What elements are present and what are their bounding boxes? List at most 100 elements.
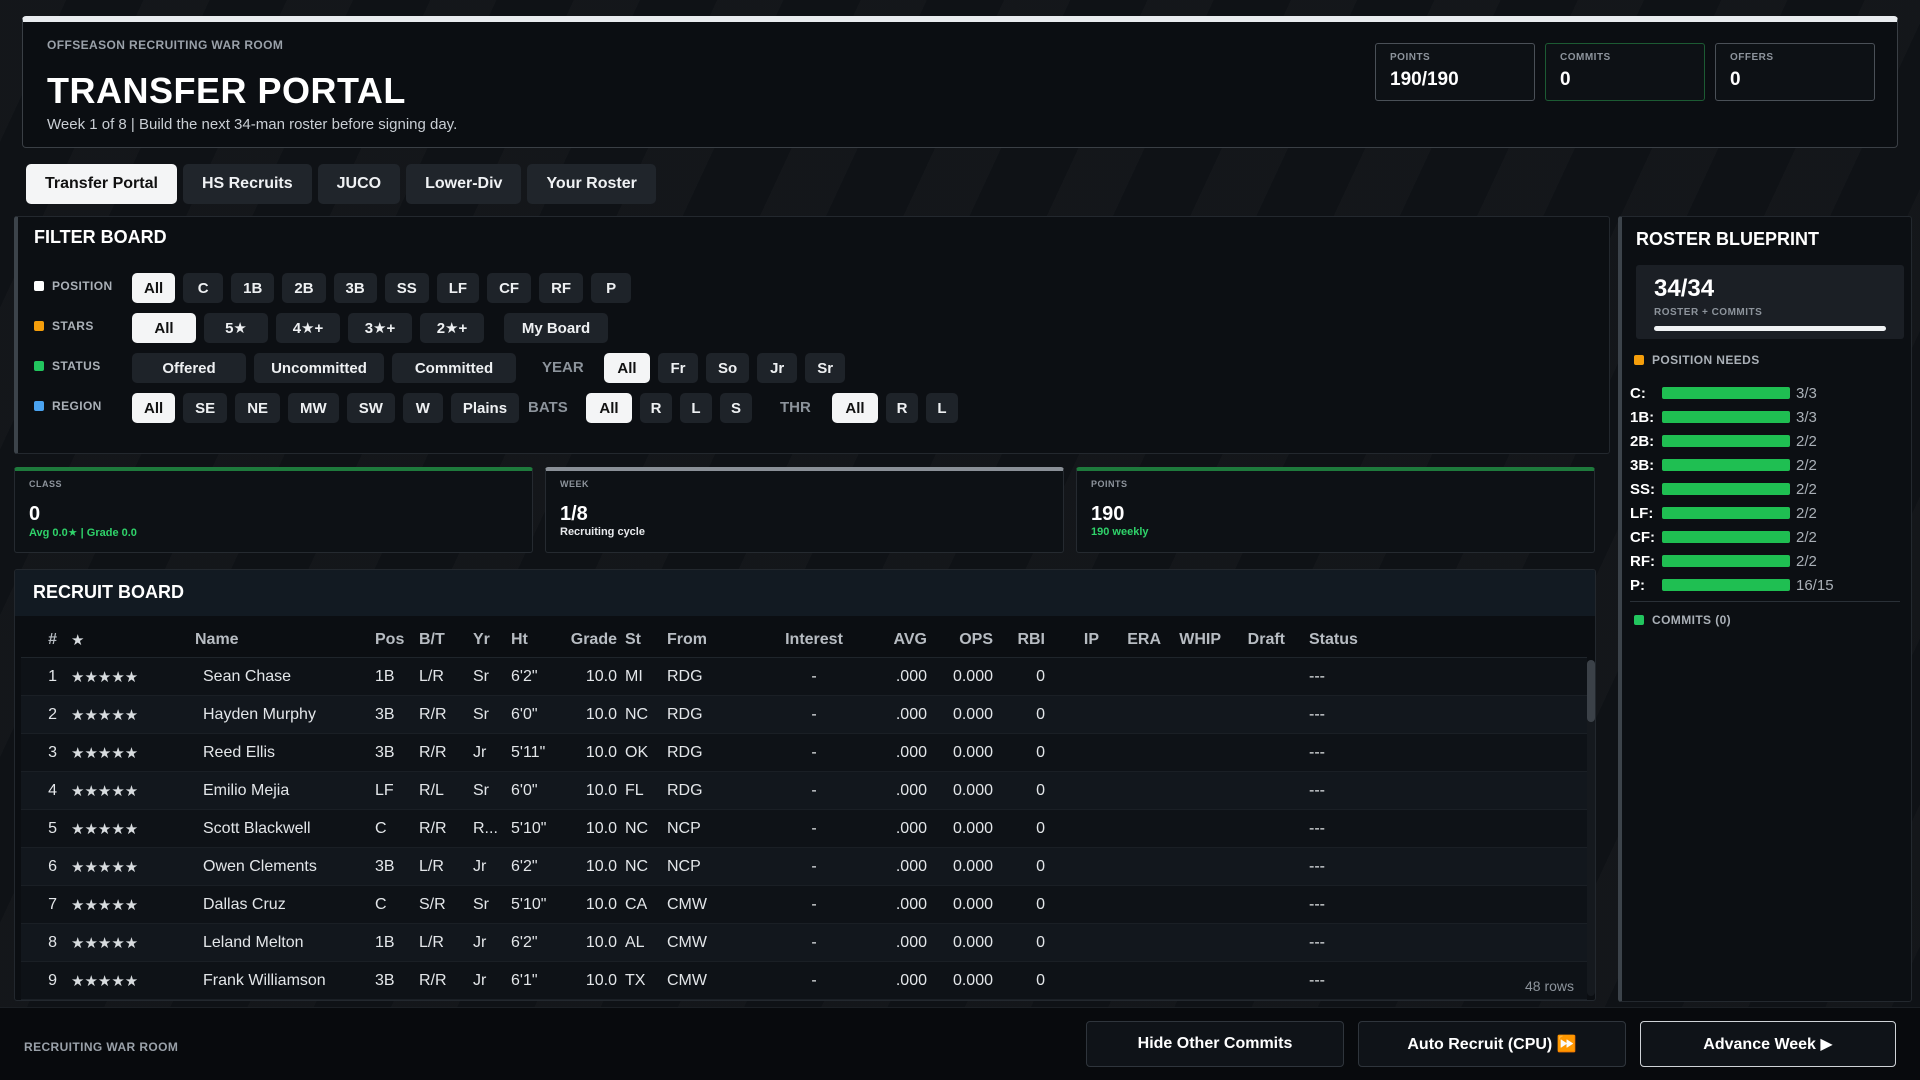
position-need-count: 3/3 xyxy=(1796,384,1817,402)
position-chip-2b[interactable]: 2B xyxy=(282,273,326,303)
column-header-name[interactable]: Name xyxy=(195,631,375,649)
position-chip-c[interactable]: C xyxy=(183,273,224,303)
cell-num: 7 xyxy=(48,895,57,913)
year-chip-all[interactable]: All xyxy=(604,353,650,383)
cell-ht: 5'10" xyxy=(511,819,547,837)
column-header-ops[interactable]: OPS xyxy=(927,631,993,649)
position-chip-3b[interactable]: 3B xyxy=(333,273,377,303)
column-header-ip[interactable]: IP xyxy=(1049,631,1099,649)
tab-lower-div[interactable]: Lower-Div xyxy=(406,164,522,204)
column-header-num[interactable]: # xyxy=(21,631,65,649)
year-chip-fr[interactable]: Fr xyxy=(658,353,698,383)
region-chip-se[interactable]: SE xyxy=(183,393,228,423)
table-row[interactable]: 4 ★★★★★ Emilio Mejia LF R/L Sr 6'0" 10.0 FL RDG -.… xyxy=(21,772,1587,810)
position-chip-rf[interactable]: RF xyxy=(539,273,584,303)
column-header-bt[interactable]: B/T xyxy=(419,631,473,649)
region-chip-w[interactable]: W xyxy=(402,393,443,423)
bats-chip-r[interactable]: R xyxy=(640,393,672,423)
table-row[interactable]: 3 ★★★★★ Reed Ellis 3B R/R Jr 5'11" 10.0 OK RDG - .0… xyxy=(21,734,1587,772)
bats-chip-l[interactable]: L xyxy=(680,393,712,423)
column-header-whip[interactable]: WHIP xyxy=(1161,631,1221,649)
position-need-label: 1B: xyxy=(1630,408,1655,426)
region-chip-mw[interactable]: MW xyxy=(288,393,339,423)
column-header-stars[interactable]: ★ xyxy=(65,631,195,649)
region-chip-plains[interactable]: Plains xyxy=(450,393,520,423)
stars-dot-icon xyxy=(34,321,44,331)
region-chip-sw[interactable]: SW xyxy=(346,393,395,423)
column-header-from[interactable]: From xyxy=(667,631,759,649)
stars-filter-label: STARS xyxy=(34,319,94,333)
thr-chip-all[interactable]: All xyxy=(832,393,878,423)
stars-chip-5[interactable]: 5★ xyxy=(204,313,268,343)
column-header-avg[interactable]: AVG xyxy=(869,631,927,649)
stars-chip-4plus[interactable]: 4★+ xyxy=(276,313,340,343)
thr-chip-r[interactable]: R xyxy=(886,393,918,423)
position-chip-1b[interactable]: 1B xyxy=(231,273,275,303)
advance-week-button[interactable]: Advance Week ▶ xyxy=(1640,1021,1896,1067)
stars-chip-all[interactable]: All xyxy=(132,313,196,343)
column-header-status[interactable]: Status xyxy=(1285,631,1385,649)
region-chip-all[interactable]: All xyxy=(132,393,176,423)
my-board-chip[interactable]: My Board xyxy=(504,313,608,343)
position-need-label: 3B: xyxy=(1630,456,1655,474)
position-need-label: RF: xyxy=(1630,552,1655,570)
auto-recruit-button[interactable]: Auto Recruit (CPU) ⏩ xyxy=(1358,1021,1626,1067)
status-chip-offered[interactable]: Offered xyxy=(132,353,246,383)
year-chip-sr[interactable]: Sr xyxy=(805,353,846,383)
table-row[interactable]: 7 ★★★★★ Dallas Cruz C S/R Sr 5'10" 10.0 CA CMW - .0… xyxy=(21,886,1587,924)
table-scrollbar-thumb[interactable] xyxy=(1587,660,1595,722)
tab-hs-recruits[interactable]: HS Recruits xyxy=(182,164,312,204)
position-chip-lf[interactable]: LF xyxy=(436,273,480,303)
column-header-ht[interactable]: Ht xyxy=(511,631,569,649)
cell-num: 8 xyxy=(48,933,57,951)
position-chip-p[interactable]: P xyxy=(591,273,632,303)
cell-name: Scott Blackwell xyxy=(203,819,311,837)
cell-from: RDG xyxy=(667,743,703,761)
status-chip-committed[interactable]: Committed xyxy=(392,353,516,383)
table-row[interactable]: 2 ★★★★★ Hayden Murphy 3B R/R Sr 6'0" 10.0 NC RDG -… xyxy=(21,696,1587,734)
cell-rbi: 0 xyxy=(1036,857,1045,875)
cell-avg: .000 xyxy=(895,971,927,989)
position-chip-all[interactable]: All xyxy=(132,273,176,303)
cell-stars: ★★★★★ xyxy=(71,858,139,876)
position-need-bar xyxy=(1662,411,1790,423)
year-chip-so[interactable]: So xyxy=(706,353,750,383)
stars-chip-3plus[interactable]: 3★+ xyxy=(348,313,412,343)
hide-other-commits-button[interactable]: Hide Other Commits xyxy=(1086,1021,1344,1067)
table-row[interactable]: 5 ★★★★★ Scott Blackwell C R/R R... 5'10" 10.0 NC… xyxy=(21,810,1587,848)
cell-avg: .000 xyxy=(895,781,927,799)
tab-juco[interactable]: JUCO xyxy=(317,164,401,204)
cell-stars: ★★★★★ xyxy=(71,782,139,800)
year-chip-jr[interactable]: Jr xyxy=(757,353,798,383)
position-need-row: CF: 2/2 xyxy=(1630,525,1817,549)
column-header-interest[interactable]: Interest xyxy=(759,631,869,649)
column-header-st[interactable]: St xyxy=(625,631,667,649)
table-row[interactable]: 8 ★★★★★ Leland Melton 1B L/R Jr 6'2" 10.0 AL CMW -… xyxy=(21,924,1587,962)
cell-stars: ★★★★★ xyxy=(71,706,139,724)
table-row[interactable]: 1 ★★★★★ Sean Chase 1B L/R Sr 6'2" 10.0 MI RDG - .00… xyxy=(21,658,1587,696)
table-row[interactable]: 9 ★★★★★ Frank Williamson 3B R/R Jr 6'1" 10.0 TX C… xyxy=(21,962,1587,1000)
cell-grade: 10.0 xyxy=(585,705,617,723)
bats-chip-all[interactable]: All xyxy=(586,393,632,423)
column-header-yr[interactable]: Yr xyxy=(473,631,511,649)
stars-chip-2plus[interactable]: 2★+ xyxy=(420,313,484,343)
cell-grade: 10.0 xyxy=(585,933,617,951)
tab-transfer-portal[interactable]: Transfer Portal xyxy=(26,164,177,204)
tab-your-roster[interactable]: Your Roster xyxy=(527,164,656,204)
roster-total-progress xyxy=(1654,326,1886,331)
region-chip-ne[interactable]: NE xyxy=(235,393,281,423)
position-chip-cf[interactable]: CF xyxy=(487,273,532,303)
points-card: POINTS 190 190 weekly xyxy=(1076,467,1595,553)
column-header-pos[interactable]: Pos xyxy=(375,631,419,649)
thr-chip-l[interactable]: L xyxy=(926,393,958,423)
cell-interest: - xyxy=(811,895,817,913)
table-row[interactable]: 6 ★★★★★ Owen Clements 3B L/R Jr 6'2" 10.0 NC NCP -… xyxy=(21,848,1587,886)
column-header-grade[interactable]: Grade xyxy=(569,631,625,649)
bats-chip-s[interactable]: S xyxy=(720,393,752,423)
position-chip-ss[interactable]: SS xyxy=(384,273,429,303)
column-header-era[interactable]: ERA xyxy=(1099,631,1161,649)
cell-ht: 5'10" xyxy=(511,895,547,913)
status-chip-uncommitted[interactable]: Uncommitted xyxy=(254,353,384,383)
column-header-draft[interactable]: Draft xyxy=(1221,631,1285,649)
column-header-rbi[interactable]: RBI xyxy=(993,631,1049,649)
